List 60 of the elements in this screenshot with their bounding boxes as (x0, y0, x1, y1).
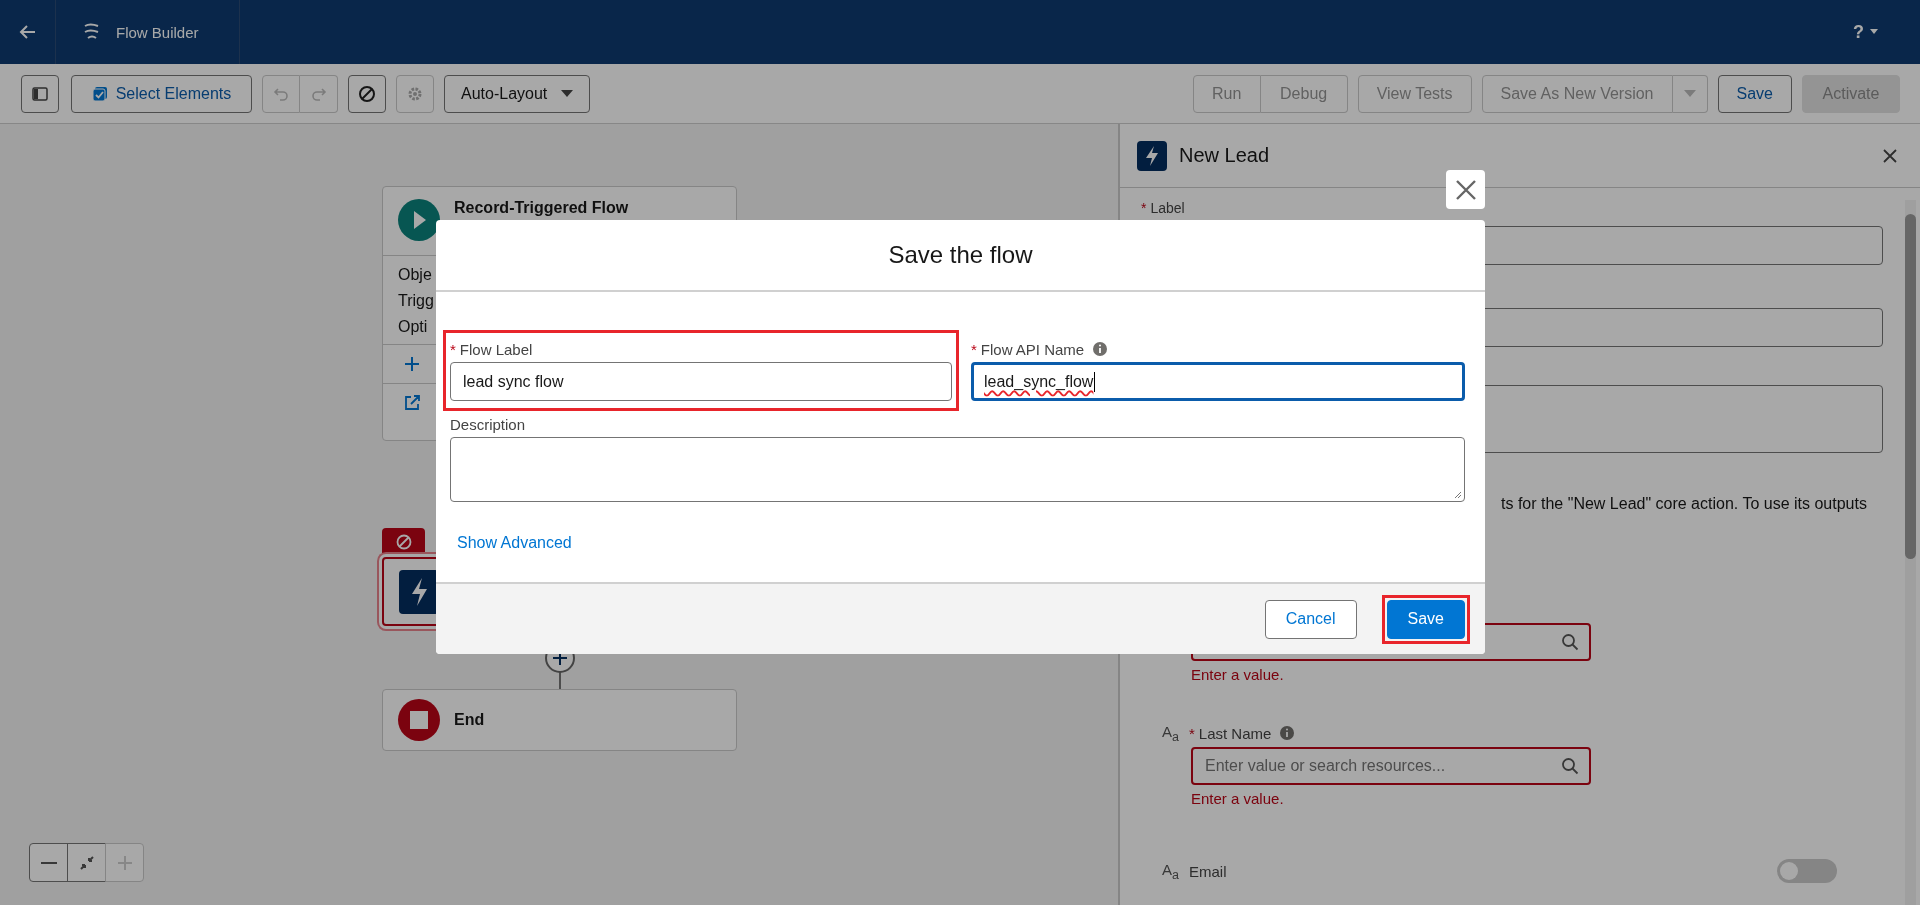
zoom-out-button[interactable] (29, 843, 68, 882)
close-icon (1453, 177, 1478, 202)
input-field[interactable]: lead sync flow (450, 362, 952, 401)
prohibited-icon (394, 533, 413, 551)
panel-title: New Lead (1179, 144, 1270, 167)
text-type-icon: A$_{a}$ (1162, 722, 1181, 744)
caret-icon (1683, 89, 1696, 98)
plus-icon (115, 853, 134, 872)
plus-icon[interactable] (403, 355, 421, 373)
error-message: Enter a value. (1191, 666, 1285, 683)
field-label: Description (450, 415, 526, 433)
back-arrow-icon (18, 23, 37, 41)
stop-button[interactable] (348, 74, 386, 113)
info-icon[interactable] (1279, 725, 1296, 741)
text-area[interactable] (450, 437, 1465, 502)
save-button[interactable]: Save (1386, 599, 1465, 639)
scrollbar[interactable] (1905, 200, 1916, 905)
caret-icon (1870, 29, 1878, 35)
app-title: Flow Builder (116, 23, 199, 41)
info-icon[interactable] (1092, 341, 1109, 357)
error-message: Enter a value. (1191, 790, 1285, 807)
toggle-switch[interactable] (1777, 859, 1837, 883)
resize-grip-icon[interactable] (1454, 491, 1462, 499)
dialog-title: Save the flow (888, 241, 1033, 269)
search-field[interactable]: Enter value or search resources... (1191, 747, 1591, 785)
close-icon (1882, 147, 1898, 164)
help-menu-button[interactable]: ? (1847, 20, 1884, 44)
close-button[interactable] (1446, 170, 1485, 209)
node-detail: Obje (398, 265, 433, 284)
node-detail: Trigg (398, 291, 435, 310)
field-label: Email (1189, 862, 1227, 880)
node-detail: Opti (398, 317, 429, 336)
panel-icon (32, 86, 48, 101)
search-icon (1561, 633, 1579, 651)
cancel-button[interactable]: Cancel (1264, 599, 1357, 639)
prohibited-icon (358, 84, 376, 103)
help-text: ts for the "New Lead" core action. To use its outputs (1500, 495, 1868, 513)
redo-icon (310, 85, 327, 102)
input-field[interactable]: lead_sync_flow (971, 362, 1465, 401)
checkbox-stack-icon (91, 85, 108, 102)
show-advanced-link[interactable]: Show Advanced (457, 534, 572, 552)
minus-icon (40, 861, 57, 864)
layout-dropdown[interactable]: Auto-Layout (444, 74, 590, 113)
fit-view-button[interactable] (67, 843, 106, 882)
field-label: * Last Name (1189, 724, 1272, 742)
caret-icon (561, 89, 573, 98)
field-label: * Label (1141, 200, 1186, 218)
lightning-icon (1137, 140, 1167, 171)
undo-icon (273, 85, 289, 102)
field-label: * Flow Label (450, 340, 533, 358)
end-node[interactable]: End (382, 689, 737, 751)
search-icon (1561, 757, 1579, 775)
node-title: End (454, 711, 485, 729)
toggle-panel-button[interactable] (21, 74, 59, 113)
external-link-icon[interactable] (403, 394, 421, 412)
text-type-icon: A$_{a}$ (1162, 860, 1181, 882)
toolbar-button[interactable]: Save (1717, 74, 1792, 113)
node-title: Record-Triggered Flow (454, 199, 629, 217)
select-elements-button[interactable]: Select Elements (71, 74, 252, 113)
field-label: * Flow API Name (971, 340, 1085, 358)
